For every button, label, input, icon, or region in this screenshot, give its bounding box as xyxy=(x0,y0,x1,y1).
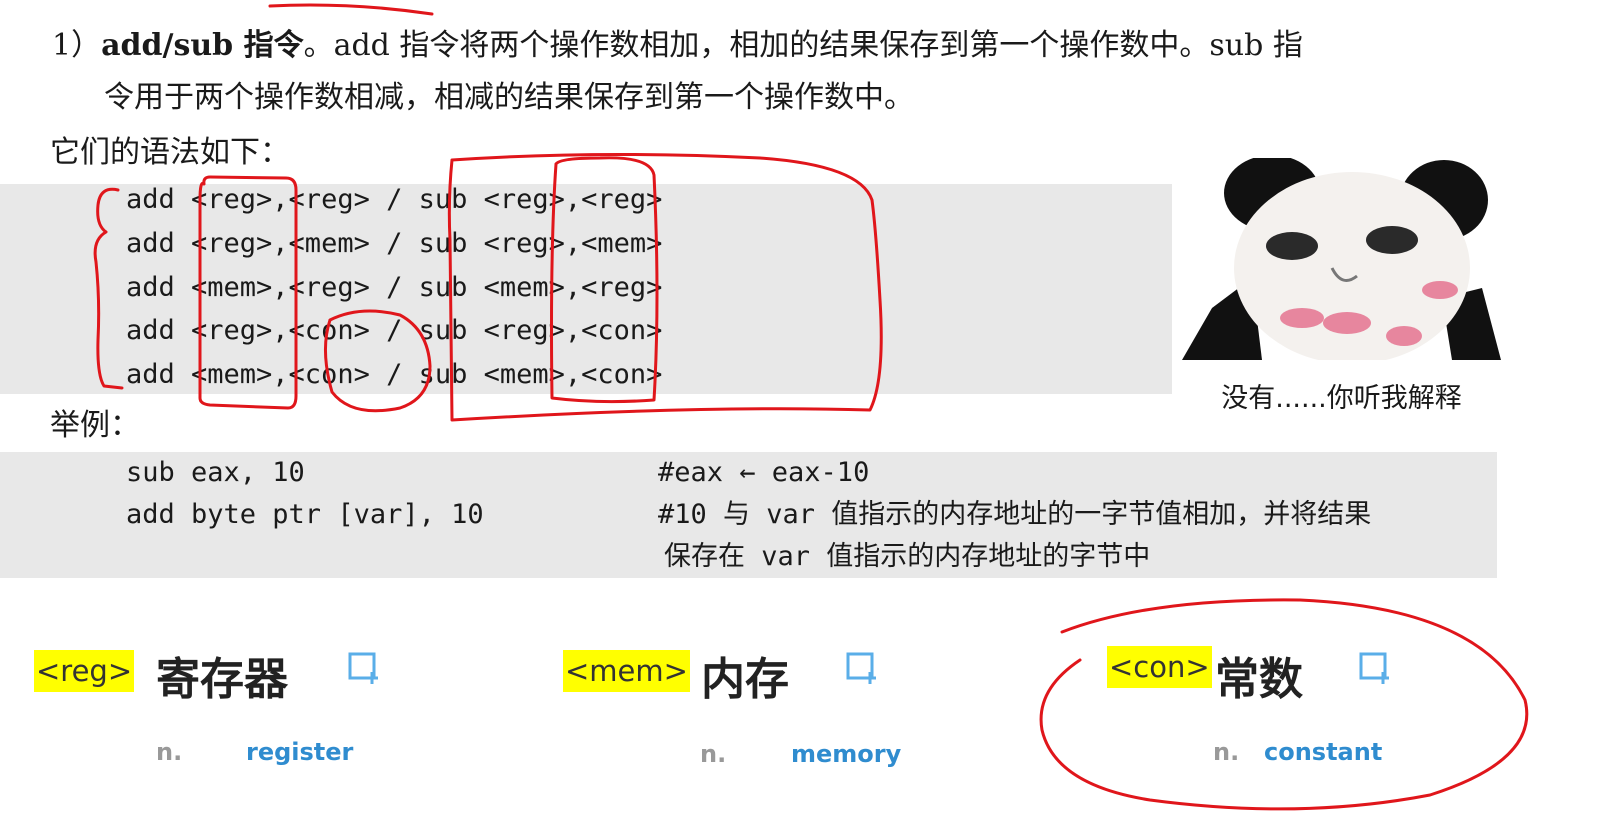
syntax-row: add <mem>,<reg> / sub <mem>,<reg> xyxy=(126,272,663,303)
example-code: sub eax, 10 xyxy=(126,457,305,488)
add-note-icon[interactable] xyxy=(348,652,382,686)
vocab-english: register xyxy=(246,738,354,766)
example-label: 举例： xyxy=(50,408,140,443)
syntax-label: 它们的语法如下： xyxy=(50,135,290,170)
panda-meme-image xyxy=(1182,155,1501,364)
example-code: add byte ptr [var], 10 xyxy=(126,499,484,530)
syntax-row: add <reg>,<con> / sub <reg>,<con> xyxy=(126,315,663,346)
vocab-pos: n. xyxy=(1213,738,1240,766)
example-comment-continued: 保存在 var 值指示的内存地址的字节中 xyxy=(664,541,1151,572)
vocab-word: 常数 xyxy=(1215,654,1303,705)
vocab-tag: <mem> xyxy=(563,650,690,692)
intro-line-1: 1）add/sub 指令。add 指令将两个操作数相加，相加的结果保存到第一个操… xyxy=(52,20,1303,72)
vocab-pos: n. xyxy=(700,740,727,768)
vocab-tag: <reg> xyxy=(34,650,135,692)
ink-annotations xyxy=(93,3,1529,811)
example-code-box: sub eax, 10 #eax ← eax-10 add byte ptr [… xyxy=(0,452,1497,578)
syntax-row: add <mem>,<con> / sub <mem>,<con> xyxy=(126,359,663,390)
vocab-english: memory xyxy=(791,740,902,768)
vocab-tag: <con> xyxy=(1107,646,1212,688)
ink-underline xyxy=(268,3,434,16)
syntax-row: add <reg>,<reg> / sub <reg>,<reg> xyxy=(126,184,663,215)
example-comment: #eax ← eax-10 xyxy=(658,457,870,488)
section-heading: add/sub 指令 xyxy=(101,28,304,63)
intro-text: 。add 指令将两个操作数相加，相加的结果保存到第一个操作数中。sub 指 xyxy=(303,28,1303,63)
add-note-icon[interactable] xyxy=(1359,652,1393,686)
vocab-english: constant xyxy=(1264,738,1383,766)
item-number: 1） xyxy=(52,28,102,63)
vocab-word: 寄存器 xyxy=(156,654,288,705)
vocab-pos: n. xyxy=(156,738,183,766)
add-note-icon[interactable] xyxy=(846,652,880,686)
meme-caption: 没有......你听我解释 xyxy=(1221,383,1462,414)
syntax-code-box: add <reg>,<reg> / sub <reg>,<reg> add <r… xyxy=(0,184,1172,394)
example-comment: #10 与 var 值指示的内存地址的一字节值相加，并将结果 xyxy=(658,499,1372,530)
intro-line-2: 令用于两个操作数相减，相减的结果保存到第一个操作数中。 xyxy=(104,80,914,115)
syntax-row: add <reg>,<mem> / sub <reg>,<mem> xyxy=(126,228,663,259)
vocab-word: 内存 xyxy=(701,654,789,705)
